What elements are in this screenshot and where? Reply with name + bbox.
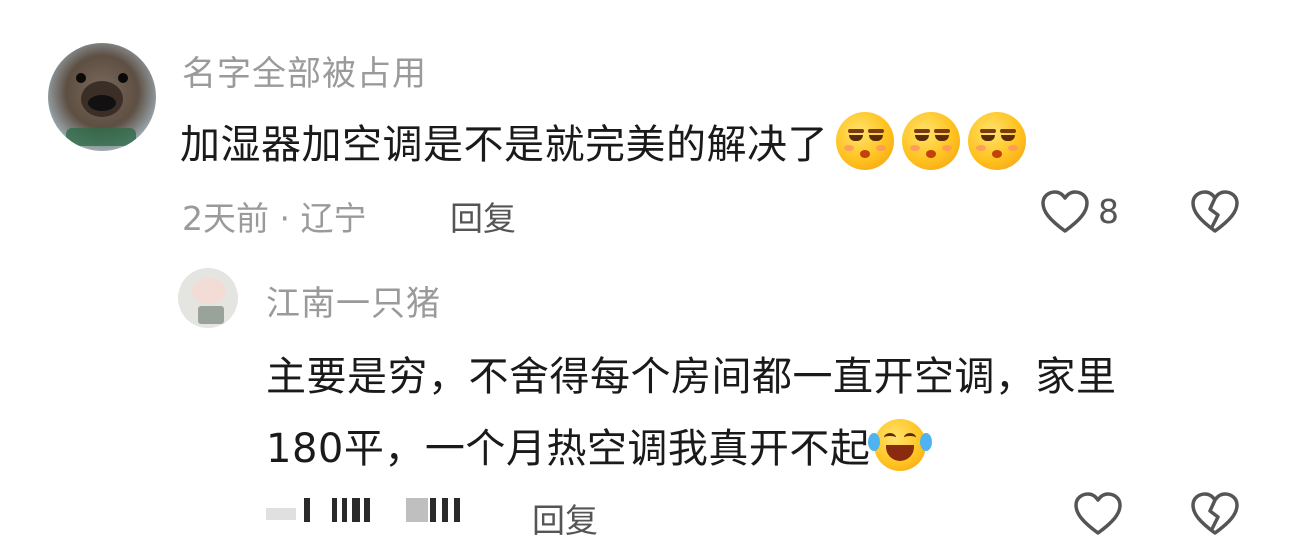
comment-text: 加湿器加空调是不是就完美的解决了 bbox=[180, 112, 1034, 170]
unamused-face-emoji bbox=[836, 112, 1034, 170]
replier-username[interactable]: 江南一只猪 bbox=[266, 276, 441, 325]
reply-body-line2: 180平，一个月热空调我真开不起 bbox=[266, 426, 871, 472]
reply-text-line2: 180平，一个月热空调我真开不起 bbox=[266, 416, 933, 474]
commenter-avatar[interactable] bbox=[48, 43, 156, 151]
broken-heart-icon bbox=[1191, 492, 1239, 535]
reply-dislike-button[interactable] bbox=[1190, 491, 1240, 537]
redacted-meta bbox=[266, 494, 486, 528]
dislike-button[interactable] bbox=[1190, 189, 1240, 235]
like-button[interactable] bbox=[1040, 189, 1090, 235]
heart-outline-icon bbox=[1074, 492, 1122, 535]
laughing-crying-emoji bbox=[868, 419, 933, 471]
heart-outline-icon bbox=[1041, 190, 1089, 233]
replier-avatar[interactable] bbox=[178, 268, 238, 328]
reply-reply-button[interactable]: 回复 bbox=[532, 494, 598, 542]
like-count: 8 bbox=[1098, 192, 1119, 231]
reply-text-line1: 主要是穷，不舍得每个房间都一直开空调，家里 bbox=[266, 354, 1117, 400]
commenter-username[interactable]: 名字全部被占用 bbox=[182, 46, 427, 95]
comment-body: 加湿器加空调是不是就完美的解决了 bbox=[180, 122, 828, 168]
reply-like-button[interactable] bbox=[1073, 491, 1123, 537]
comment-meta: 2天前 · 辽宁 bbox=[182, 199, 367, 238]
reply-button[interactable]: 回复 bbox=[450, 192, 516, 240]
broken-heart-icon bbox=[1191, 190, 1239, 233]
